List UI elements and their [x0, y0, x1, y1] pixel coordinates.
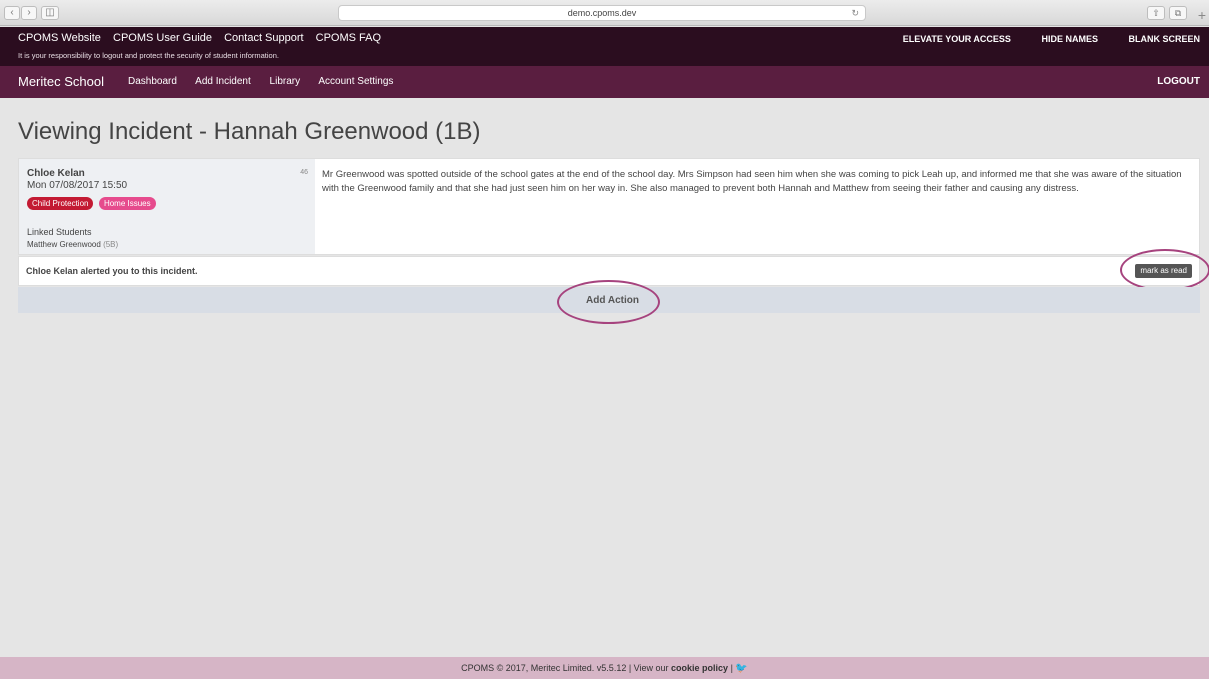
share-icon: ⇧: [1152, 8, 1160, 18]
incident-number: 46: [300, 169, 308, 176]
linked-student-class: (5B): [103, 240, 119, 249]
url-text: demo.cpoms.dev: [567, 8, 637, 18]
sidebar-icon: ◫: [45, 7, 55, 18]
hide-names-link[interactable]: HIDE NAMES: [1041, 34, 1098, 44]
alert-message: Chloe Kelan alerted you to this incident…: [26, 266, 198, 276]
contact-support-link[interactable]: Contact Support: [224, 32, 304, 44]
tag-home-issues: Home Issues: [98, 197, 156, 210]
logout-link[interactable]: LOGOUT: [1157, 76, 1200, 87]
school-name[interactable]: Meritec School: [18, 74, 104, 89]
back-button[interactable]: ‹: [4, 6, 20, 20]
top-utility-bar: CPOMS Website CPOMS User Guide Contact S…: [0, 27, 1209, 66]
security-notice: It is your responsibility to logout and …: [18, 51, 279, 60]
sidebar-toggle-button[interactable]: ◫: [41, 6, 59, 20]
linked-student-name: Matthew Greenwood: [27, 240, 101, 249]
faq-link[interactable]: CPOMS FAQ: [316, 32, 381, 44]
twitter-icon[interactable]: 🐦: [735, 658, 747, 679]
incident-meta: Chloe Kelan Mon 07/08/2017 15:50 Child P…: [19, 159, 315, 254]
nav-links: Dashboard Add Incident Library Account S…: [128, 76, 409, 87]
footer-separator: |: [728, 663, 736, 673]
elevate-access-link[interactable]: ELEVATE YOUR ACCESS: [903, 34, 1011, 44]
tag-child-protection: Child Protection: [27, 197, 94, 210]
nav-add-incident[interactable]: Add Incident: [195, 76, 251, 87]
cookie-policy-link[interactable]: cookie policy: [671, 663, 728, 673]
new-tab-icon[interactable]: +: [1198, 8, 1206, 22]
page-title: Viewing Incident - Hannah Greenwood (1B): [18, 118, 481, 145]
chevron-right-icon: ›: [27, 7, 31, 18]
footer: CPOMS © 2017, Meritec Limited. v5.5.12 |…: [0, 657, 1209, 679]
incident-tags: Child Protection Home Issues: [27, 193, 307, 211]
reload-icon[interactable]: ↻: [851, 6, 859, 20]
utility-links: CPOMS Website CPOMS User Guide Contact S…: [18, 32, 390, 44]
tabs-button[interactable]: ⧉: [1169, 6, 1187, 20]
share-button[interactable]: ⇧: [1147, 6, 1165, 20]
blank-screen-link[interactable]: BLANK SCREEN: [1128, 34, 1200, 44]
linked-students-label: Linked Students: [27, 227, 92, 237]
incident-panel: Chloe Kelan Mon 07/08/2017 15:50 Child P…: [18, 158, 1200, 255]
highlight-circle-mark-read: [1120, 249, 1209, 291]
browser-toolbar: ‹ › ◫ demo.cpoms.dev ↻ ⇧ ⧉ +: [0, 0, 1209, 26]
linked-student[interactable]: Matthew Greenwood (5B): [27, 240, 307, 249]
highlight-circle-add-action: [557, 280, 660, 324]
incident-date: Mon 07/08/2017 15:50: [27, 180, 128, 191]
main-navbar: Meritec School Dashboard Add Incident Li…: [0, 66, 1209, 98]
cpoms-website-link[interactable]: CPOMS Website: [18, 32, 101, 44]
footer-text: CPOMS © 2017, Meritec Limited. v5.5.12 |…: [461, 663, 672, 673]
forward-button[interactable]: ›: [21, 6, 37, 20]
nav-account-settings[interactable]: Account Settings: [318, 76, 393, 87]
address-bar[interactable]: demo.cpoms.dev ↻: [338, 5, 866, 21]
incident-author: Chloe Kelan: [27, 168, 85, 179]
utility-actions: ELEVATE YOUR ACCESS HIDE NAMES BLANK SCR…: [875, 34, 1200, 44]
tabs-icon: ⧉: [1174, 8, 1182, 18]
chevron-left-icon: ‹: [10, 7, 14, 18]
user-guide-link[interactable]: CPOMS User Guide: [113, 32, 212, 44]
incident-description: Mr Greenwood was spotted outside of the …: [322, 169, 1182, 194]
nav-dashboard[interactable]: Dashboard: [128, 76, 177, 87]
nav-library[interactable]: Library: [270, 76, 301, 87]
